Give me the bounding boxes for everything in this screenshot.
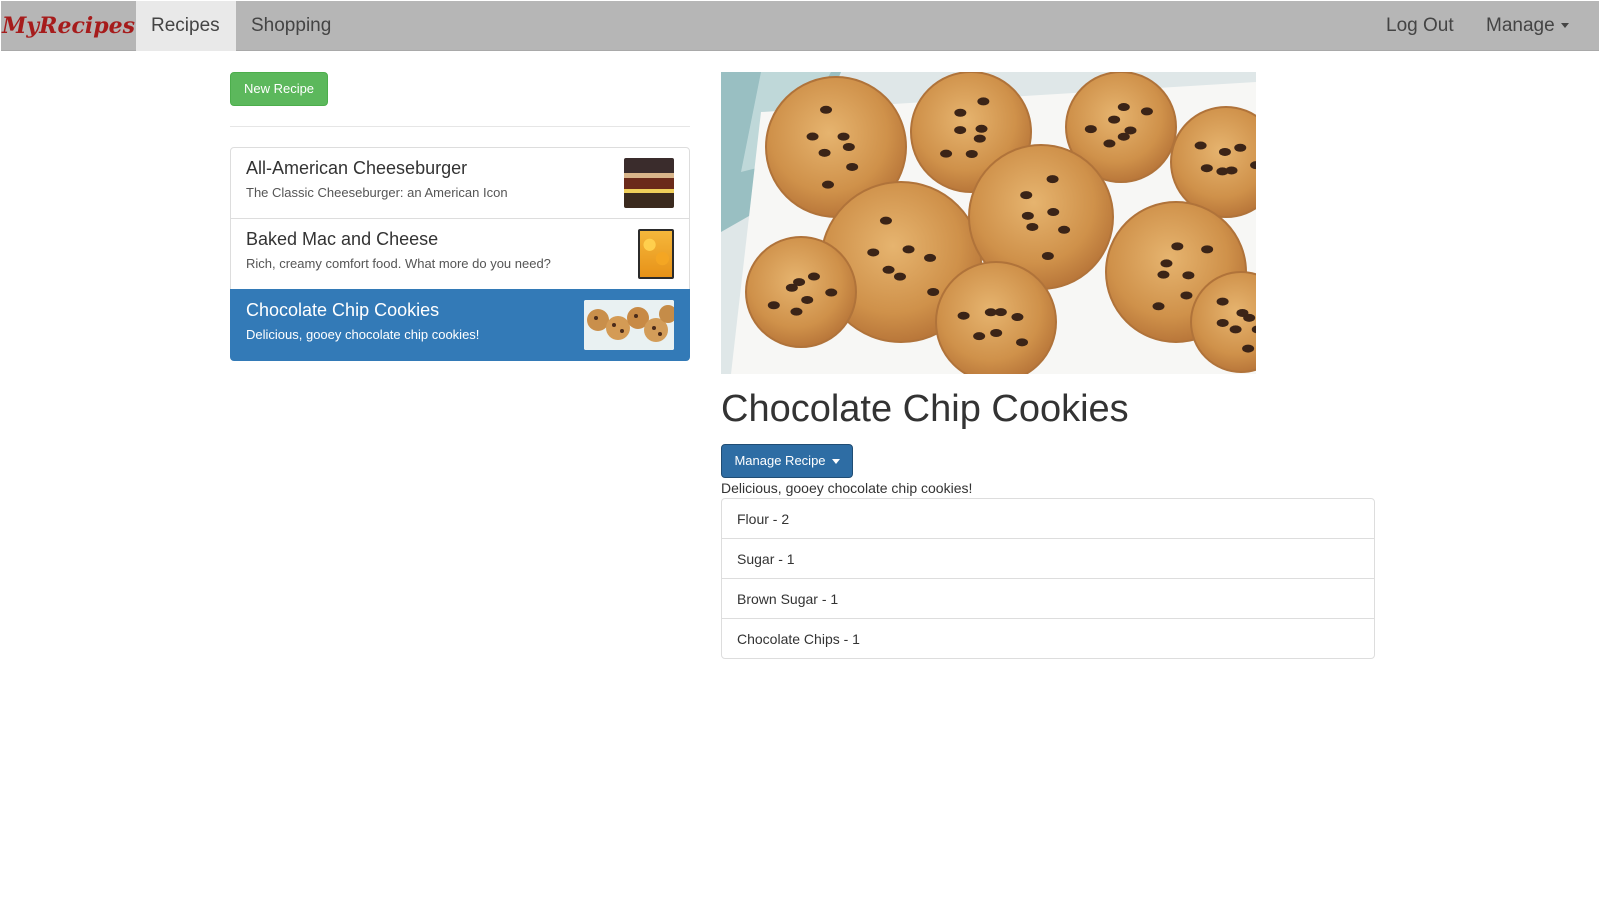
recipe-item-cheeseburger[interactable]: All-American Cheeseburger The Classic Ch… bbox=[230, 147, 690, 219]
recipe-description: Delicious, gooey chocolate chip cookies! bbox=[246, 327, 480, 342]
ingredient-list: Flour - 2 Sugar - 1 Brown Sugar - 1 Choc… bbox=[721, 498, 1375, 659]
new-recipe-button[interactable]: New Recipe bbox=[230, 72, 328, 106]
recipe-thumbnail-image bbox=[624, 158, 674, 208]
recipe-description: Rich, creamy comfort food. What more do … bbox=[246, 256, 551, 271]
manage-recipe-label: Manage Recipe bbox=[734, 453, 826, 468]
recipe-name: Baked Mac and Cheese bbox=[246, 229, 439, 249]
ingredient-item[interactable]: Chocolate Chips - 1 bbox=[721, 618, 1375, 659]
recipe-thumbnail-image bbox=[638, 229, 674, 279]
recipe-item-chocolate-chip-cookies[interactable]: Chocolate Chip Cookies Delicious, gooey … bbox=[230, 289, 690, 361]
recipe-thumbnail-image bbox=[584, 300, 674, 350]
recipe-description: The Classic Cheeseburger: an American Ic… bbox=[246, 185, 508, 200]
manage-recipe-button[interactable]: Manage Recipe bbox=[721, 444, 853, 478]
caret-down-icon bbox=[1560, 23, 1569, 29]
divider bbox=[230, 126, 690, 127]
nav-logout[interactable]: Log Out bbox=[1371, 1, 1471, 51]
ingredient-item[interactable]: Flour - 2 bbox=[721, 498, 1375, 539]
ingredient-item[interactable]: Sugar - 1 bbox=[721, 538, 1375, 579]
recipe-item-mac-and-cheese[interactable]: Baked Mac and Cheese Rich, creamy comfor… bbox=[230, 218, 690, 290]
recipe-hero-image bbox=[721, 72, 1256, 374]
recipe-title: Chocolate Chip Cookies bbox=[721, 388, 1129, 430]
nav-manage-label: Manage bbox=[1486, 15, 1555, 36]
top-navbar: MyRecipes Recipes Shopping Log Out Manag… bbox=[1, 1, 1599, 51]
nav-manage-dropdown[interactable]: Manage bbox=[1471, 1, 1599, 51]
caret-down-icon bbox=[831, 459, 840, 465]
ingredient-item[interactable]: Brown Sugar - 1 bbox=[721, 578, 1375, 619]
nav-shopping[interactable]: Shopping bbox=[236, 1, 346, 51]
recipe-name: Chocolate Chip Cookies bbox=[246, 300, 440, 320]
recipe-name: All-American Cheeseburger bbox=[246, 158, 468, 178]
recipe-description-text: Delicious, gooey chocolate chip cookies! bbox=[721, 480, 973, 496]
recipe-list: All-American Cheeseburger The Classic Ch… bbox=[230, 147, 690, 361]
brand-logo[interactable]: MyRecipes bbox=[1, 1, 136, 51]
nav-recipes[interactable]: Recipes bbox=[136, 1, 236, 51]
